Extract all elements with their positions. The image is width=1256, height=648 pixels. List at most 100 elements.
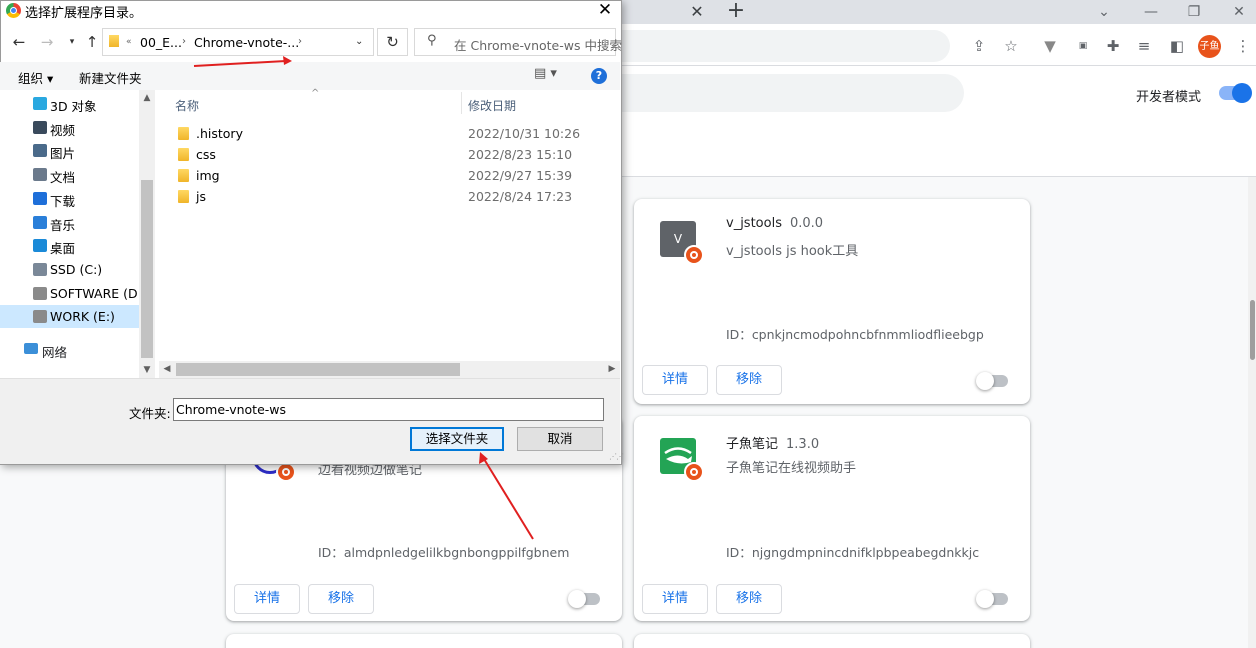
- folder-icon: [178, 148, 189, 161]
- remove-button[interactable]: 移除: [716, 365, 782, 395]
- scroll-right-icon[interactable]: ▶: [604, 361, 620, 378]
- breadcrumb-item[interactable]: 00_E...: [140, 35, 182, 50]
- dialog-title: 选择扩展程序目录。: [25, 6, 143, 21]
- minimize-icon[interactable]: —: [1136, 2, 1166, 22]
- dialog-search-input[interactable]: ⚲ 在 Chrome-vnote-ws 中搜索: [414, 28, 622, 56]
- nav-item-documents[interactable]: 文档: [0, 163, 139, 186]
- documents-icon: [33, 168, 47, 181]
- drive-icon: [33, 287, 47, 300]
- remove-button[interactable]: 移除: [716, 584, 782, 614]
- recent-locations-chevron-icon[interactable]: ▾: [62, 32, 82, 52]
- enable-toggle[interactable]: [976, 372, 1008, 390]
- column-header-modified[interactable]: 修改日期: [468, 97, 516, 114]
- view-options-icon[interactable]: ▤ ▾: [534, 66, 557, 81]
- rp-icon[interactable]: ▣: [1072, 35, 1094, 57]
- menu-icon[interactable]: ⋮: [1232, 35, 1254, 57]
- extension-description: 子魚笔记在线视频助手: [726, 461, 857, 476]
- column-separator[interactable]: [461, 92, 462, 114]
- nav-item-drive-c[interactable]: SSD (C:): [0, 258, 139, 281]
- refresh-icon[interactable]: ↻: [377, 28, 408, 56]
- details-button[interactable]: 详情: [234, 584, 300, 614]
- nav-item-videos[interactable]: 视频: [0, 116, 139, 139]
- tab-close-icon[interactable]: ✕: [688, 3, 706, 21]
- cancel-button[interactable]: 取消: [517, 427, 603, 451]
- page-scroll-thumb[interactable]: [1250, 300, 1255, 360]
- record-badge-icon: [684, 462, 704, 482]
- back-arrow-icon[interactable]: ←: [9, 32, 29, 52]
- downloads-icon: [33, 192, 47, 205]
- share-icon[interactable]: ⇪: [968, 35, 990, 57]
- avatar[interactable]: 子鱼: [1198, 35, 1221, 58]
- page-scrollbar[interactable]: [1248, 177, 1256, 648]
- window-close-icon[interactable]: ✕: [1224, 2, 1254, 22]
- dev-mode-label: 开发者模式: [1136, 90, 1202, 105]
- extension-card-ziyu-notes: 子魚笔记 1.3.0 子魚笔记在线视频助手 ID：njgngdmpnincdnif…: [634, 416, 1030, 621]
- nav-scroll-thumb[interactable]: [141, 180, 153, 358]
- forward-arrow-icon[interactable]: →: [37, 32, 57, 52]
- file-row[interactable]: js 2022/8/24 17:23: [160, 186, 610, 207]
- nav-item-downloads[interactable]: 下载: [0, 187, 139, 210]
- extension-name: v_jstools 0.0.0: [726, 216, 824, 231]
- extension-id: ID：almdpnledgelilkbgnbongppilfgbnem: [318, 545, 570, 560]
- nav-item-pictures[interactable]: 图片: [0, 139, 139, 162]
- videos-icon: [33, 121, 47, 134]
- nav-item-music[interactable]: 音乐: [0, 211, 139, 234]
- puzzle-icon[interactable]: ✚: [1102, 35, 1124, 57]
- scroll-down-icon[interactable]: ▼: [139, 362, 155, 378]
- reading-list-icon[interactable]: ≡: [1133, 35, 1155, 57]
- dev-mode-toggle[interactable]: [1219, 83, 1252, 103]
- extension-version: 0.0.0: [789, 216, 824, 231]
- drive-icon: [33, 263, 47, 276]
- file-row[interactable]: css 2022/8/23 15:10: [160, 144, 610, 165]
- extensions-search-bar[interactable]: [622, 74, 964, 112]
- search-placeholder: 在 Chrome-vnote-ws 中搜索: [454, 38, 622, 53]
- restore-icon[interactable]: ❐: [1179, 2, 1209, 22]
- breadcrumb-separator-icon[interactable]: ›: [182, 36, 186, 47]
- enable-toggle[interactable]: [568, 590, 600, 608]
- address-dropdown-icon[interactable]: ⌄: [355, 36, 363, 47]
- tab-search-icon[interactable]: ⌄: [1089, 2, 1119, 22]
- nav-item-3d-objects[interactable]: 3D 对象: [0, 92, 139, 115]
- star-icon[interactable]: ☆: [1000, 35, 1022, 57]
- file-row[interactable]: .history 2022/10/31 10:26: [160, 123, 610, 144]
- extension-card-partial: [226, 634, 622, 648]
- help-icon[interactable]: ?: [591, 68, 607, 84]
- nav-item-drive-e[interactable]: WORK (E:): [0, 305, 139, 328]
- music-icon: [33, 216, 47, 229]
- file-row[interactable]: img 2022/9/27 15:39: [160, 165, 610, 186]
- new-folder-button[interactable]: 新建文件夹: [79, 68, 142, 87]
- pictures-icon: [33, 144, 47, 157]
- breadcrumb-overflow-icon[interactable]: «: [126, 37, 132, 47]
- select-folder-button[interactable]: 选择文件夹: [410, 427, 504, 451]
- scroll-left-icon[interactable]: ◀: [159, 361, 175, 378]
- breadcrumb-separator-icon[interactable]: ›: [298, 36, 302, 47]
- enable-toggle[interactable]: [976, 590, 1008, 608]
- dialog-close-icon[interactable]: ✕: [592, 0, 618, 20]
- breadcrumb-item[interactable]: Chrome-vnote-...: [194, 35, 299, 50]
- column-header-name[interactable]: 名称: [175, 97, 199, 114]
- vue-devtools-icon[interactable]: ▼: [1039, 35, 1061, 57]
- record-badge-icon: [684, 245, 704, 265]
- desktop-icon: [33, 239, 47, 252]
- nav-item-network[interactable]: 网络: [42, 342, 67, 361]
- new-tab-icon[interactable]: +: [725, 0, 747, 23]
- remove-button[interactable]: 移除: [308, 584, 374, 614]
- sort-ascending-icon: ^: [311, 88, 320, 99]
- chrome-icon: [6, 3, 21, 18]
- details-button[interactable]: 详情: [642, 584, 708, 614]
- horizontal-scroll-thumb[interactable]: [176, 363, 460, 376]
- details-button[interactable]: 详情: [642, 365, 708, 395]
- address-bar[interactable]: [622, 30, 950, 62]
- scroll-up-icon[interactable]: ▲: [139, 90, 155, 106]
- folder-icon: [178, 169, 189, 182]
- nav-item-desktop[interactable]: 桌面: [0, 234, 139, 257]
- side-panel-icon[interactable]: ◧: [1166, 35, 1188, 57]
- up-arrow-icon[interactable]: ↑: [82, 32, 102, 52]
- folder-icon: [178, 190, 189, 203]
- folder-icon: [109, 35, 119, 47]
- dialog-address-bar[interactable]: « 00_E... › Chrome-vnote-... › ⌄: [102, 28, 374, 56]
- nav-item-drive-d[interactable]: SOFTWARE (D:): [0, 282, 147, 305]
- organize-menu[interactable]: 组织 ▾: [18, 68, 53, 87]
- resize-grip-icon[interactable]: ⋰⋰: [609, 452, 624, 461]
- folder-name-input[interactable]: [173, 398, 604, 421]
